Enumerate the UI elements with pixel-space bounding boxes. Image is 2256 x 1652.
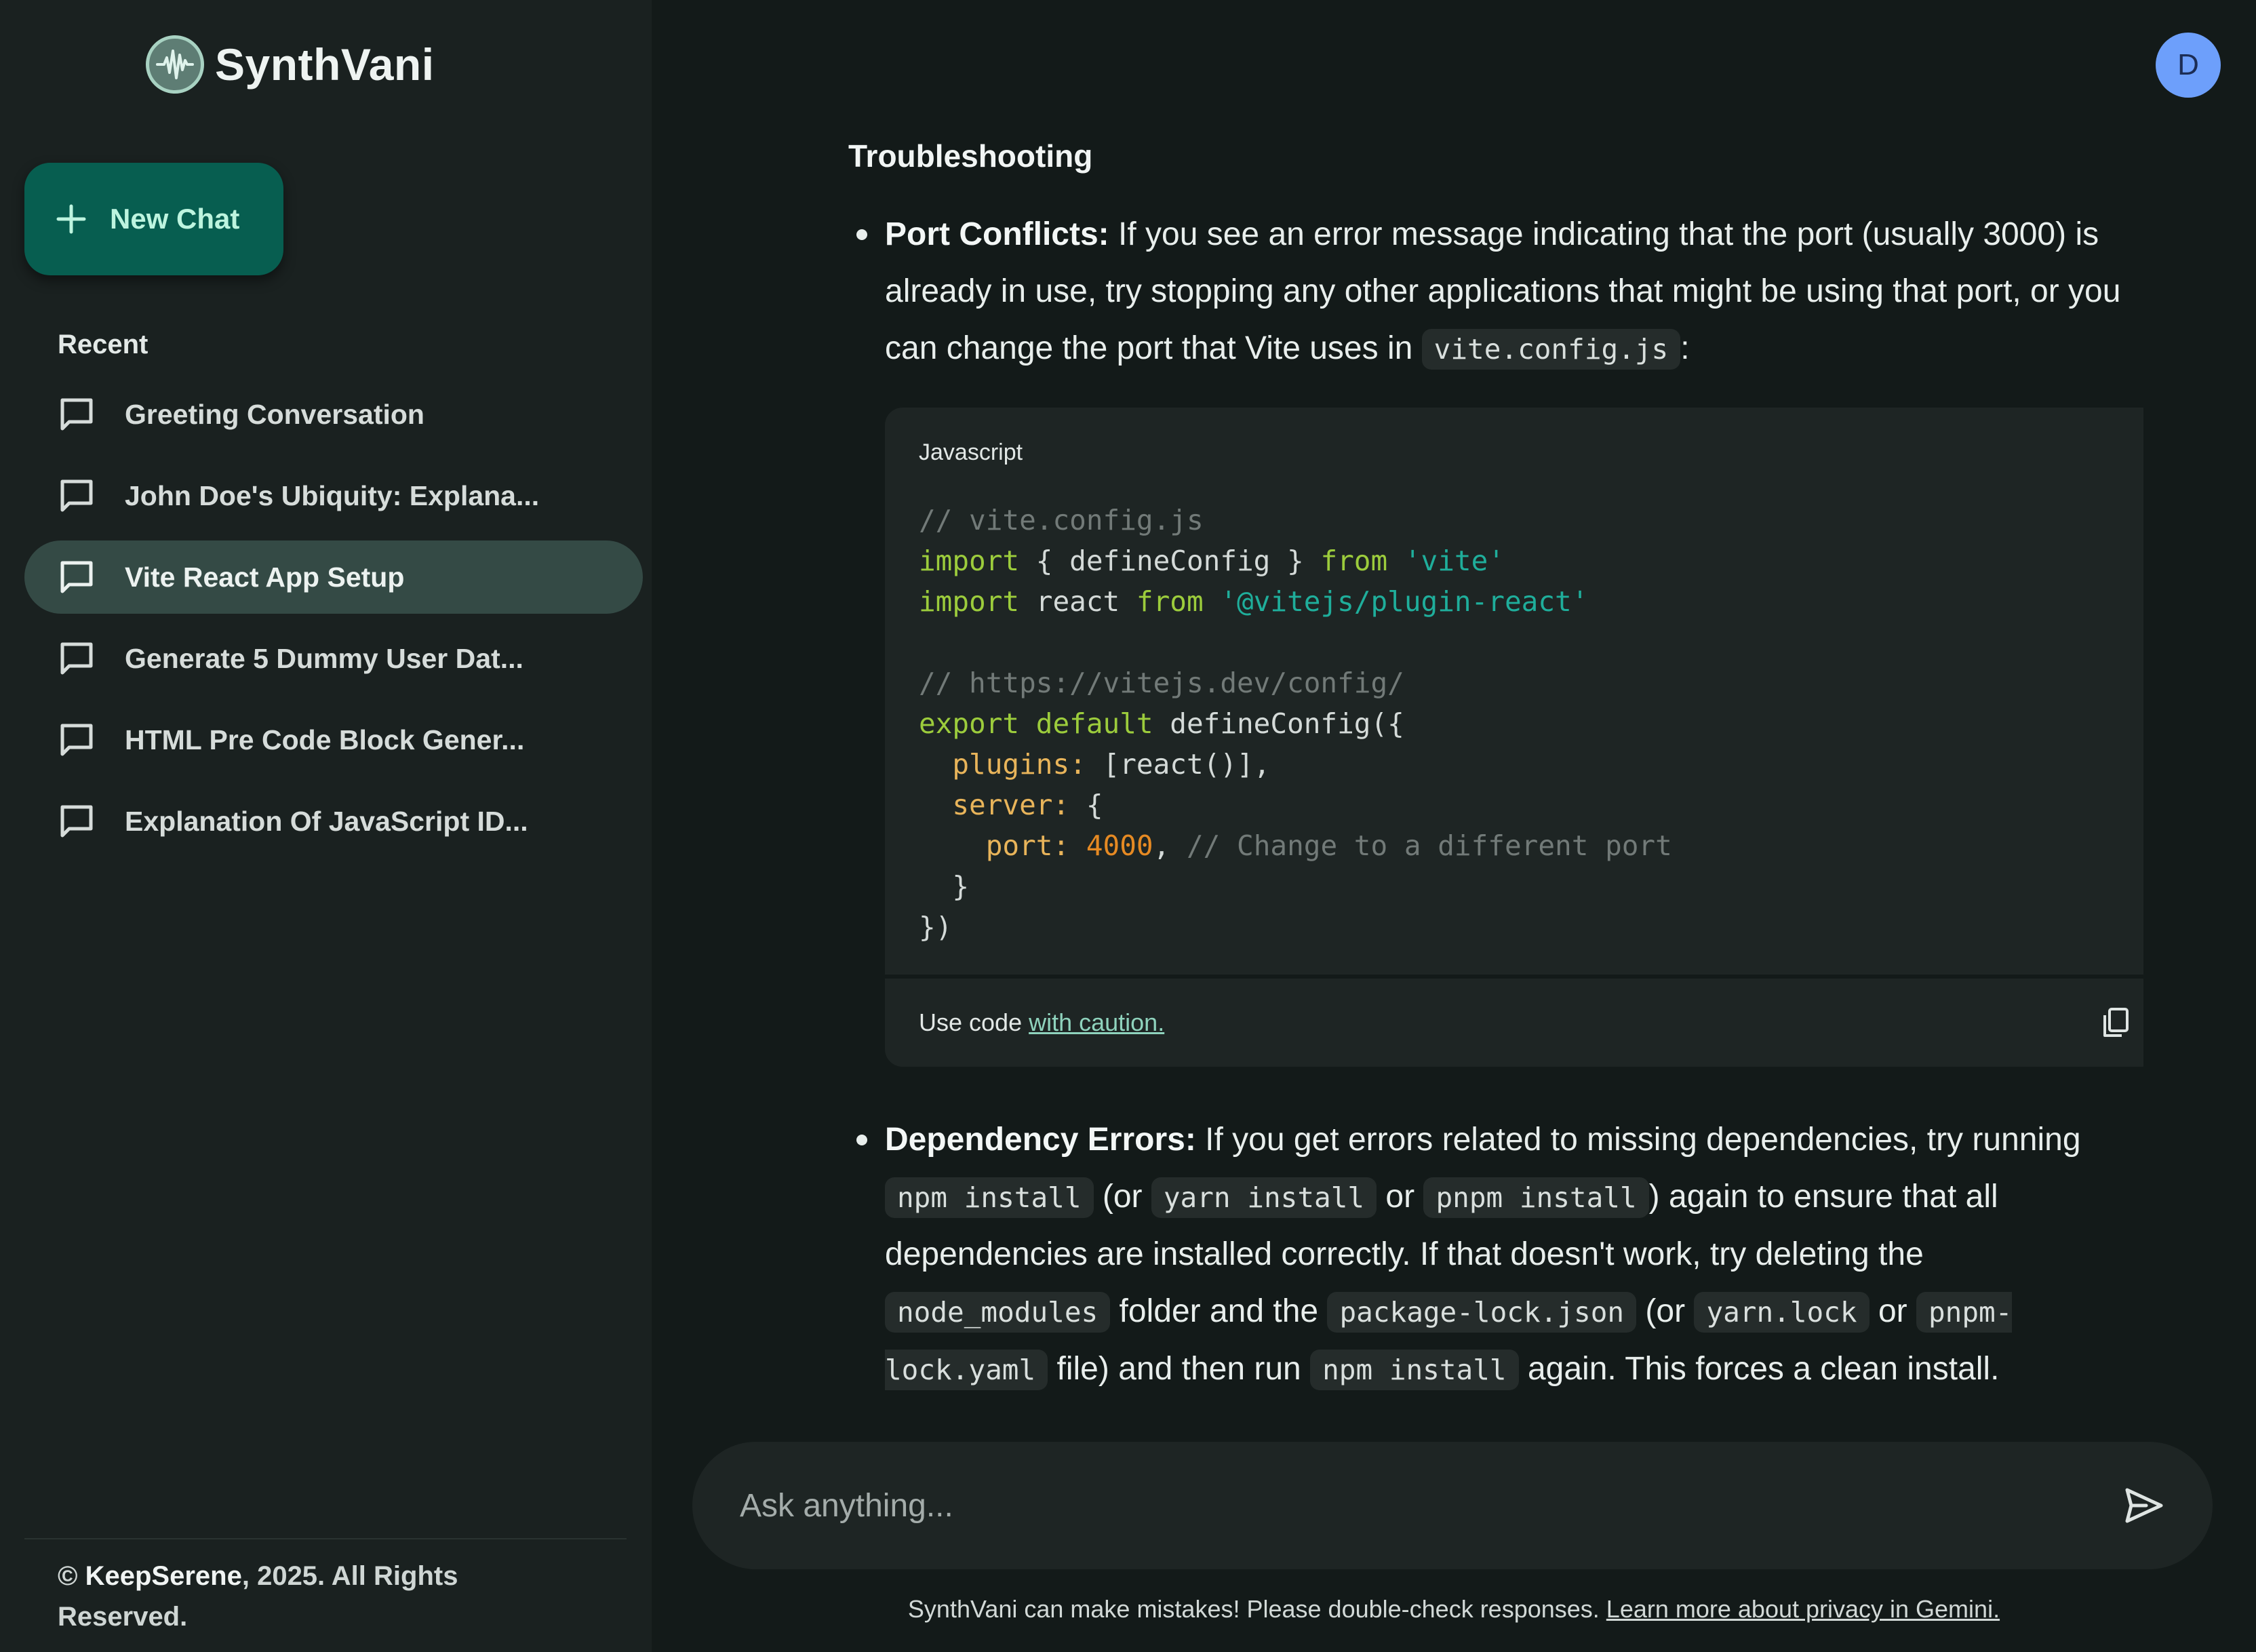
new-chat-button[interactable]: New Chat (24, 163, 283, 275)
recent-chat-item-active[interactable]: Vite React App Setup (24, 540, 643, 614)
recent-chat-item[interactable]: John Doe's Ubiquity: Explana... (24, 459, 643, 532)
inline-code: package-lock.json (1327, 1292, 1637, 1333)
user-avatar[interactable]: D (2156, 33, 2221, 98)
code-token: react (1019, 585, 1136, 618)
chat-bubble-icon (60, 398, 93, 431)
brand-name: SynthVani (215, 39, 435, 90)
code-string: '@vitejs/plugin-react' (1203, 585, 1589, 618)
copyright-owner: KeepSerene (85, 1561, 242, 1591)
code-caution: Use code with caution. (919, 994, 1164, 1051)
bullet-text: (or (1093, 1179, 1151, 1215)
code-comment: // https://vitejs.dev/config/ (919, 667, 1404, 699)
code-body: Javascript // vite.config.js import { de… (885, 408, 2143, 975)
sidebar-divider (24, 1538, 627, 1539)
app-root: SynthVani New Chat Recent Greeting Conve… (0, 0, 2256, 1652)
new-chat-label: New Chat (110, 203, 240, 235)
plus-icon (56, 204, 86, 234)
chat-bubble-icon (60, 805, 93, 838)
copyright-symbol: © (58, 1561, 78, 1591)
bullet-title: Port Conflicts: (885, 216, 1109, 252)
code-token: { defineConfig } (1019, 545, 1321, 577)
inline-code: npm install (885, 1177, 1094, 1218)
inline-code: yarn install (1151, 1177, 1377, 1218)
code-comment: // vite.config.js (919, 504, 1204, 536)
inline-code: vite.config.js (1421, 329, 1681, 370)
recent-chat-item[interactable]: HTML Pre Code Block Gener... (24, 703, 643, 776)
code-token: }) (919, 911, 953, 943)
caution-link[interactable]: with caution. (1029, 1008, 1164, 1036)
code-string: 'vite' (1387, 545, 1505, 577)
recent-chat-label: Explanation Of JavaScript ID... (125, 805, 528, 837)
chat-bubble-icon (60, 724, 93, 756)
inline-code: node_modules (885, 1292, 1111, 1333)
send-icon[interactable] (2123, 1484, 2165, 1527)
recent-chat-label: Generate 5 Dummy User Dat... (125, 642, 523, 674)
chat-composer (692, 1442, 2213, 1569)
chat-bubble-icon (60, 479, 93, 512)
code-token: } (919, 870, 970, 903)
brand[interactable]: SynthVani (146, 34, 435, 95)
chat-bubble-icon (60, 642, 93, 675)
bullet-text: or (1377, 1179, 1424, 1215)
main-panel: D Troubleshooting Port Conflicts: If you… (652, 0, 2256, 1652)
recent-heading: Recent (58, 330, 149, 359)
recent-chat-label: Greeting Conversation (125, 398, 424, 430)
section-heading: Troubleshooting (848, 138, 1093, 174)
bullet-title: Dependency Errors: (885, 1122, 1196, 1158)
code-property: plugins: (919, 748, 1086, 781)
disclaimer: SynthVani can make mistakes! Please doub… (652, 1595, 2256, 1624)
bullet-text: : (1680, 330, 1690, 366)
chat-bubble-icon (60, 561, 93, 593)
copyright: © KeepSerene, 2025. All Rights Reserved. (58, 1556, 573, 1637)
code-property: port: (919, 829, 1070, 862)
code-language: Javascript (919, 439, 1023, 465)
recent-chat-label: John Doe's Ubiquity: Explana... (125, 479, 540, 511)
recent-chat-item[interactable]: Explanation Of JavaScript ID... (24, 785, 643, 858)
bullet-text: file) and then run (1048, 1351, 1311, 1387)
code-token: [react()], (1086, 748, 1271, 781)
code-keyword: import (919, 585, 1020, 618)
code-keyword: from (1320, 545, 1388, 577)
disclaimer-text: SynthVani can make mistakes! Please doub… (907, 1595, 1606, 1623)
bullet-text: or (1869, 1293, 1916, 1329)
bullet-dependency-errors: Dependency Errors: If you get errors rel… (848, 1112, 2143, 1398)
inline-code: yarn.lock (1694, 1292, 1869, 1333)
code-keyword: from (1136, 585, 1204, 618)
recent-chat-item[interactable]: Greeting Conversation (24, 378, 643, 451)
response-content: Troubleshooting Port Conflicts: If you s… (848, 129, 2143, 1444)
code-keyword: export default (919, 707, 1153, 740)
copy-icon[interactable] (2099, 1006, 2133, 1040)
code-token: defineConfig({ (1153, 707, 1404, 740)
code-text[interactable]: // vite.config.js import { defineConfig … (919, 500, 2133, 947)
code-property: server: (919, 789, 1070, 821)
code-token: , (1153, 829, 1170, 862)
code-number: 4000 (1069, 829, 1153, 862)
code-keyword: import (919, 545, 1020, 577)
privacy-link[interactable]: Learn more about privacy in Gemini. (1606, 1595, 2000, 1623)
bullet-text: folder and the (1110, 1293, 1328, 1329)
bullet-port-conflicts: Port Conflicts: If you see an error mess… (848, 206, 2143, 378)
sidebar: SynthVani New Chat Recent Greeting Conve… (0, 0, 652, 1652)
bullet-text: (or (1636, 1293, 1695, 1329)
recent-chat-label: Vite React App Setup (125, 561, 405, 593)
prompt-input[interactable] (740, 1487, 2123, 1525)
code-token: { (1069, 789, 1103, 821)
recent-chat-label: HTML Pre Code Block Gener... (125, 724, 525, 755)
code-block: Javascript // vite.config.js import { de… (885, 408, 2143, 1067)
recent-chats-list: Greeting Conversation John Doe's Ubiquit… (24, 378, 643, 866)
caution-text: Use code (919, 1008, 1029, 1036)
code-footer: Use code with caution. (885, 979, 2143, 1067)
recent-chat-item[interactable]: Generate 5 Dummy User Dat... (24, 622, 643, 695)
inline-code: npm install (1310, 1350, 1519, 1390)
bullet-text: If you get errors related to missing dep… (1195, 1122, 2081, 1158)
bullet-text: again. This forces a clean install. (1518, 1351, 2000, 1387)
code-comment: // Change to a different port (1170, 829, 1672, 862)
waveform-icon (146, 35, 204, 94)
inline-code: pnpm install (1423, 1177, 1649, 1218)
